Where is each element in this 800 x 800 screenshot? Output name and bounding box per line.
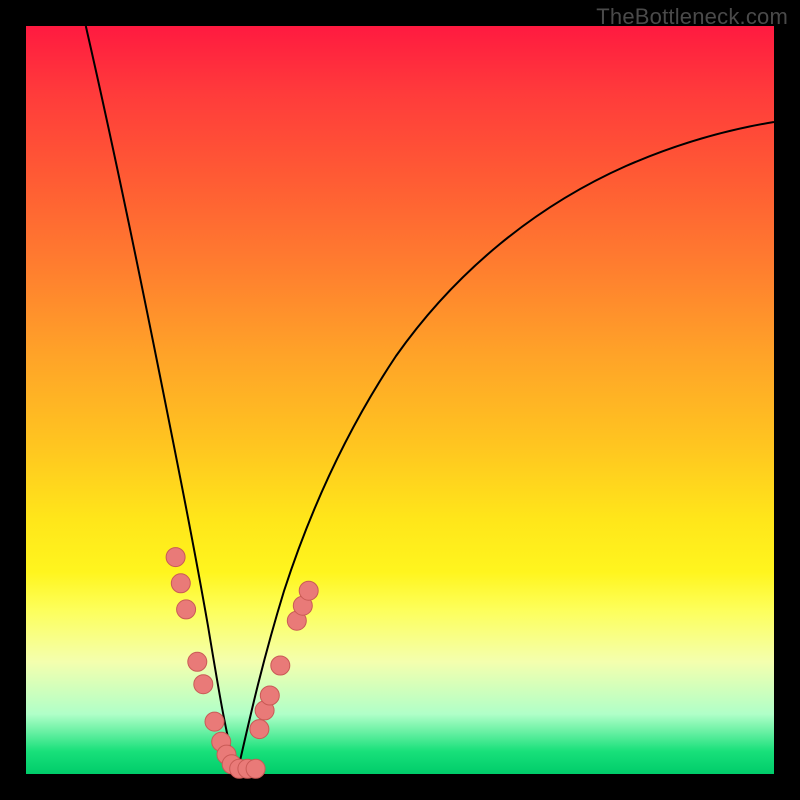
watermark-text: TheBottleneck.com — [596, 4, 788, 30]
right-branch-curve — [237, 122, 774, 774]
data-marker — [299, 581, 318, 600]
data-marker — [250, 720, 269, 739]
data-marker — [166, 548, 185, 567]
chart-stage: TheBottleneck.com — [0, 0, 800, 800]
data-marker — [188, 652, 207, 671]
data-marker — [177, 600, 196, 619]
curves-layer — [26, 26, 774, 774]
data-marker — [271, 656, 290, 675]
data-marker — [205, 712, 224, 731]
data-marker — [194, 675, 213, 694]
markers-layer — [166, 548, 318, 779]
data-marker — [246, 759, 265, 778]
data-marker — [171, 574, 190, 593]
left-branch-curve — [86, 26, 237, 774]
data-marker — [260, 686, 279, 705]
